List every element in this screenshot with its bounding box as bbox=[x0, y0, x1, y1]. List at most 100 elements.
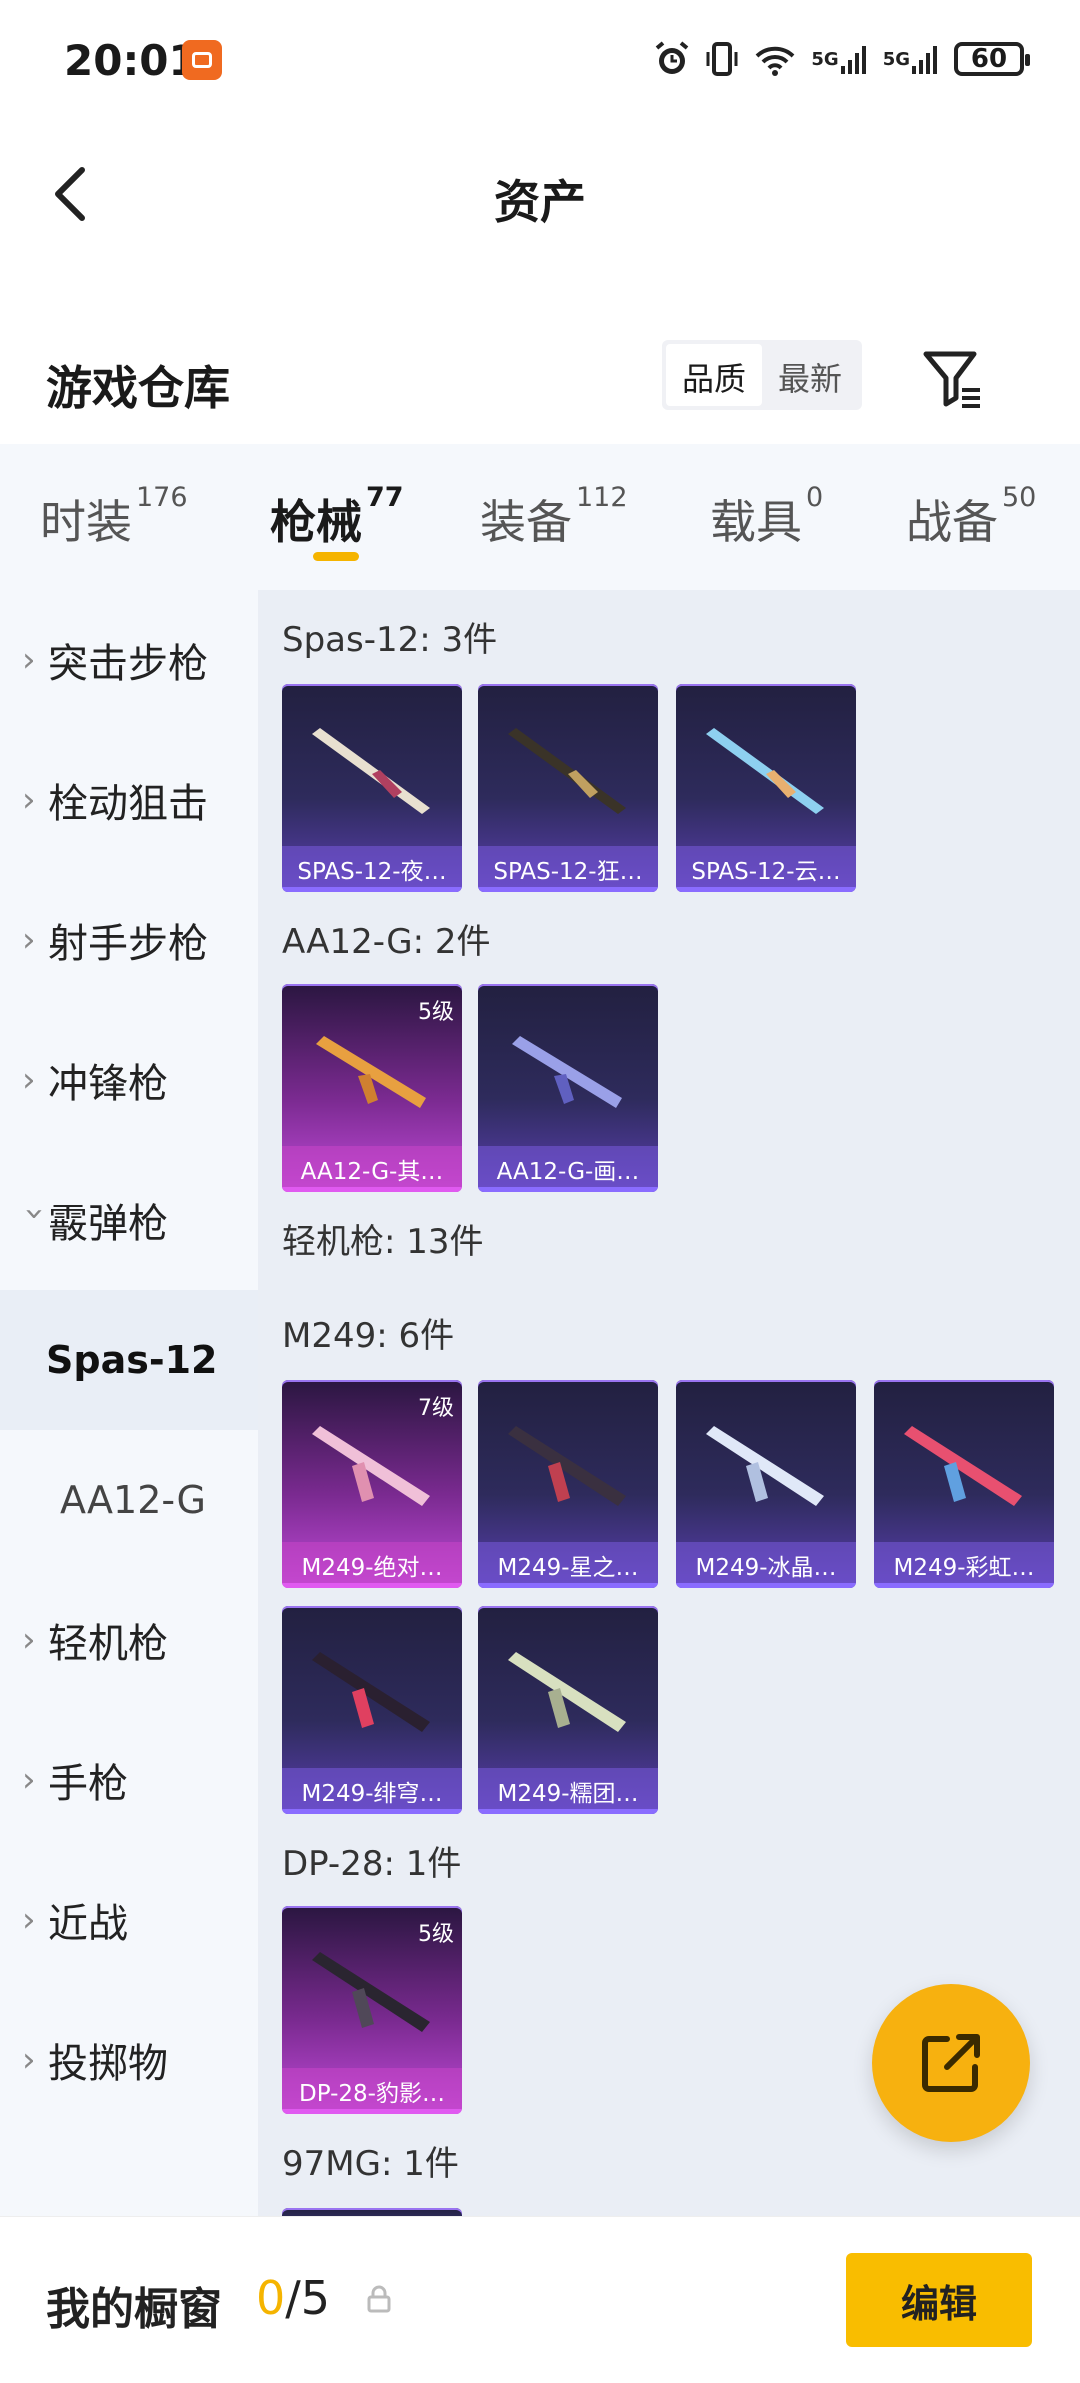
network-label-1: 5G bbox=[811, 48, 839, 70]
signal-icon-1: 5G bbox=[811, 40, 868, 78]
tab-count: 176 bbox=[136, 482, 188, 513]
battery-icon: 60 bbox=[954, 42, 1030, 76]
machine-gun-icon bbox=[706, 1426, 824, 1506]
signal-icon-2: 5G bbox=[883, 40, 940, 78]
sidebar-item-throwables[interactable]: › 投掷物 bbox=[0, 1990, 258, 2130]
chevron-right-icon: › bbox=[22, 1060, 36, 1100]
status-bar: 20:01 5G 5G 60 bbox=[0, 0, 1080, 126]
group-title: AA12-G: 2件 bbox=[282, 922, 491, 962]
item-card[interactable]: M249-冰晶… bbox=[676, 1380, 856, 1588]
sidebar-item-melee[interactable]: › 近战 bbox=[0, 1850, 258, 1990]
card-bar bbox=[478, 1809, 658, 1814]
chevron-right-icon: › bbox=[22, 780, 36, 820]
status-icons: 5G 5G 60 bbox=[653, 40, 1030, 78]
group-title: DP-28: 1件 bbox=[282, 1844, 462, 1884]
item-card[interactable]: 5级 AA12-G-其… bbox=[282, 984, 462, 1192]
machine-gun-icon bbox=[312, 1652, 430, 1732]
sidebar-item-assault-rifle[interactable]: › 突击步枪 bbox=[0, 590, 258, 730]
group-title: 轻机枪: 13件 bbox=[282, 1222, 484, 1262]
item-name: DP-28-豹影… bbox=[282, 2068, 462, 2114]
tab-label: 装备 bbox=[480, 495, 572, 549]
machine-gun-icon bbox=[904, 1426, 1022, 1506]
footer-bar: 我的橱窗 0/5 编辑 bbox=[0, 2216, 1080, 2383]
card-bar bbox=[282, 1583, 462, 1588]
item-card[interactable]: 5级 DP-28-豹影… bbox=[282, 1906, 462, 2114]
item-card[interactable]: 7级 M249-绝对… bbox=[282, 1380, 462, 1588]
item-card[interactable]: M249-星之… bbox=[478, 1380, 658, 1588]
tab-guns[interactable]: 枪械 77 bbox=[270, 482, 404, 552]
item-name: M249-绝对… bbox=[282, 1542, 462, 1588]
chevron-right-icon: › bbox=[22, 2040, 36, 2080]
item-card[interactable]: M249-糯团… bbox=[478, 1606, 658, 1814]
item-name: M249-冰晶… bbox=[676, 1542, 856, 1588]
card-bar bbox=[676, 887, 856, 892]
sort-quality-button[interactable]: 品质 bbox=[666, 344, 763, 406]
lock-icon bbox=[367, 2285, 391, 2313]
machine-gun-icon bbox=[312, 1426, 430, 1506]
showcase-count-current: 0 bbox=[256, 2271, 286, 2325]
item-card[interactable]: M249-彩虹… bbox=[874, 1380, 1054, 1588]
item-card-partial bbox=[282, 2208, 462, 2216]
chevron-right-icon: › bbox=[22, 640, 36, 680]
sidebar-item-smg[interactable]: › 冲锋枪 bbox=[0, 1010, 258, 1150]
share-fab[interactable] bbox=[872, 1984, 1030, 2142]
sidebar-item-marksman-rifle[interactable]: › 射手步枪 bbox=[0, 870, 258, 1010]
tab-battle-gear[interactable]: 战备 50 bbox=[906, 482, 1036, 552]
section-title: 游戏仓库 bbox=[46, 361, 230, 415]
chevron-right-icon: › bbox=[22, 1900, 36, 1940]
item-name: M249-星之… bbox=[478, 1542, 658, 1588]
nav-bar: 资产 bbox=[0, 126, 1080, 256]
card-bar bbox=[478, 1187, 658, 1192]
sidebar-item-label: 射手步枪 bbox=[48, 921, 208, 967]
card-bar bbox=[282, 2109, 462, 2114]
rifle-icon bbox=[316, 1036, 426, 1108]
card-bar bbox=[874, 1583, 1054, 1588]
tab-label: 枪械 bbox=[270, 495, 362, 549]
tab-equipment[interactable]: 装备 112 bbox=[480, 482, 628, 552]
sidebar-item-label: 突击步枪 bbox=[48, 641, 208, 687]
shotgun-icon bbox=[508, 728, 626, 814]
external-link-icon bbox=[922, 2034, 980, 2092]
sidebar-item-lmg[interactable]: › 轻机枪 bbox=[0, 1570, 258, 1710]
sidebar-item-label: 栓动狙击 bbox=[48, 781, 208, 827]
item-name: M249-彩虹… bbox=[874, 1542, 1054, 1588]
chevron-right-icon: › bbox=[22, 1620, 36, 1660]
machine-gun-icon bbox=[312, 1952, 430, 2032]
card-bar bbox=[676, 1583, 856, 1588]
sidebar-subitem-aa12g[interactable]: AA12-G bbox=[0, 1430, 258, 1570]
sort-latest-button[interactable]: 最新 bbox=[762, 344, 858, 406]
active-tab-indicator bbox=[313, 552, 359, 561]
tab-count: 77 bbox=[366, 482, 404, 513]
item-card[interactable]: SPAS-12-夜… bbox=[282, 684, 462, 892]
sidebar-item-label: 冲锋枪 bbox=[48, 1061, 168, 1107]
rifle-icon bbox=[512, 1036, 622, 1108]
group-title: Spas-12: 3件 bbox=[282, 620, 498, 660]
tab-label: 战备 bbox=[906, 495, 998, 549]
sidebar-item-label: 轻机枪 bbox=[48, 1621, 168, 1667]
sidebar-subitem-spas12[interactable]: Spas-12 bbox=[0, 1290, 258, 1430]
card-bar bbox=[478, 1583, 658, 1588]
card-bar bbox=[478, 887, 658, 892]
tab-vehicles[interactable]: 载具 0 bbox=[710, 482, 823, 552]
card-bar bbox=[282, 1187, 462, 1192]
sidebar-item-pistol[interactable]: › 手枪 bbox=[0, 1710, 258, 1850]
sidebar-item-label: 投掷物 bbox=[48, 2041, 168, 2087]
sort-toggle: 品质 最新 bbox=[662, 340, 863, 410]
sidebar-item-label: 霰弹枪 bbox=[48, 1201, 168, 1247]
app-notification-icon bbox=[182, 40, 222, 80]
category-tabs: 时装 176 枪械 77 装备 112 载具 0 战备 50 bbox=[0, 444, 1080, 590]
item-card[interactable]: AA12-G-画… bbox=[478, 984, 658, 1192]
sidebar-item-bolt-sniper[interactable]: › 栓动狙击 bbox=[0, 730, 258, 870]
item-card[interactable]: SPAS-12-云… bbox=[676, 684, 856, 892]
filter-button[interactable] bbox=[920, 346, 986, 412]
card-bar bbox=[282, 887, 462, 892]
item-card[interactable]: SPAS-12-狂… bbox=[478, 684, 658, 892]
item-card[interactable]: M249-绯穹… bbox=[282, 1606, 462, 1814]
edit-button[interactable]: 编辑 bbox=[846, 2253, 1032, 2347]
item-name: AA12-G-画… bbox=[478, 1146, 658, 1192]
showcase-count: 0/5 bbox=[256, 2271, 330, 2325]
sidebar-item-shotgun[interactable]: › 霰弹枪 bbox=[0, 1150, 258, 1290]
tab-fashion[interactable]: 时装 176 bbox=[40, 482, 188, 552]
group-title: M249: 6件 bbox=[282, 1316, 455, 1356]
wifi-icon bbox=[753, 40, 797, 78]
